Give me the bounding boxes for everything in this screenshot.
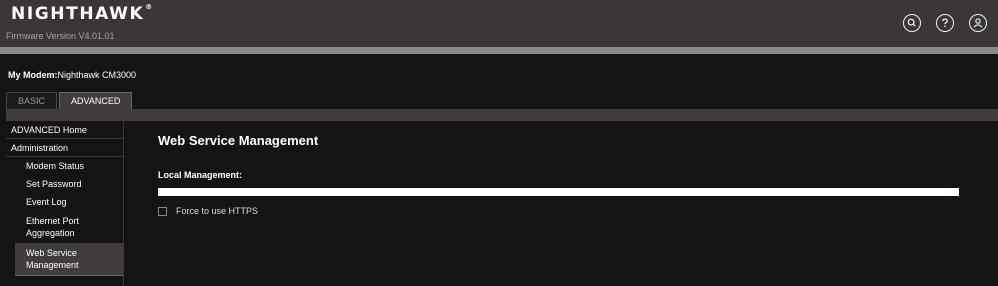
header-divider [0,47,998,54]
sidebar: ADVANCED Home Administration Modem Statu… [6,121,124,286]
sidebar-item-modem-status[interactable]: Modem Status [6,157,123,175]
brand-logo: NIGHTHAWK® [11,3,153,24]
user-icon[interactable] [969,14,987,32]
top-header: NIGHTHAWK® Firmware Version V4.01.01 [0,0,998,47]
force-https-row: Force to use HTTPS [158,206,258,216]
page-title: Web Service Management [158,133,319,148]
tab-basic[interactable]: BASIC [6,92,58,109]
search-icon[interactable] [903,14,921,32]
sidebar-item-set-password[interactable]: Set Password [6,175,123,193]
local-management-label: Local Management: [158,170,243,180]
sidebar-section-administration[interactable]: Administration [6,139,123,157]
local-management-bar [158,188,959,196]
sidebar-item-web-service-management[interactable]: Web Service Management [15,243,123,276]
sidebar-item-event-log[interactable]: Event Log [6,193,123,211]
sidebar-item-ethernet-port-aggregation[interactable]: Ethernet Port Aggregation [6,211,94,243]
sidebar-item-advanced-home[interactable]: ADVANCED Home [6,121,123,139]
modem-name: Nighthawk CM3000 [57,70,137,80]
modem-label: My Modem: [8,70,58,80]
tab-bar: BASIC ADVANCED [6,92,133,109]
tab-advanced[interactable]: ADVANCED [59,92,133,109]
firmware-version: Firmware Version V4.01.01 [6,31,115,41]
force-https-checkbox[interactable] [158,206,167,216]
force-https-label: Force to use HTTPS [176,206,259,216]
header-icons [903,14,987,32]
help-icon[interactable] [936,14,954,32]
modem-info: My Modem:Nighthawk CM3000 [8,70,136,80]
tab-content-strip [6,109,998,121]
